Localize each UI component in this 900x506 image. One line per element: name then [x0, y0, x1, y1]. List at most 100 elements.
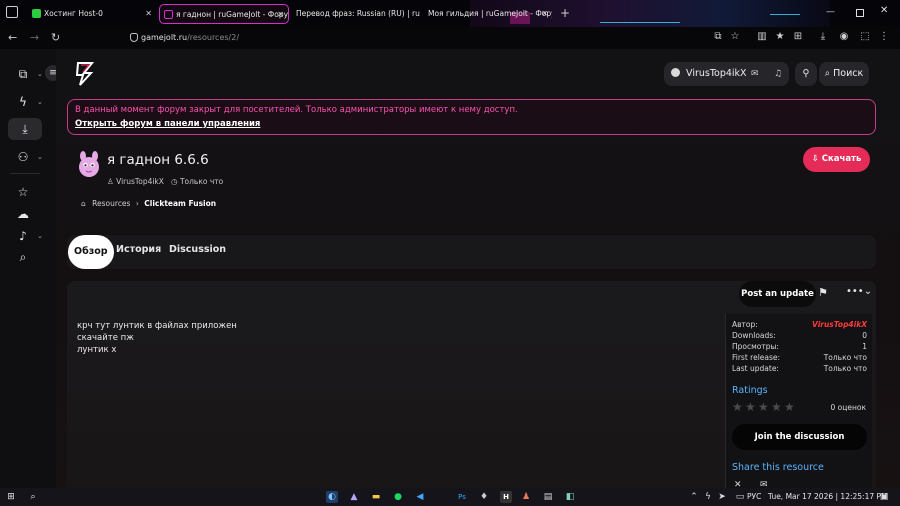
- download-button[interactable]: ⇩ Скачать: [803, 147, 870, 172]
- more-options-icon[interactable]: •••⌄: [846, 286, 872, 297]
- info-value: Только что: [823, 364, 867, 373]
- share-email-icon[interactable]: ✉: [760, 480, 768, 488]
- sidebar-alerts[interactable]: ♪ ⌄: [10, 225, 43, 247]
- browser-tab-strip: Хостинг Host-0 ✕ я гаднон | ruGameJolt -…: [0, 0, 900, 48]
- app-cat-icon[interactable]: ♦: [478, 491, 490, 503]
- home-icon[interactable]: ⌂: [81, 199, 86, 208]
- sidebar-members[interactable]: ⚇ ⌄: [10, 146, 43, 168]
- browser-settings-icon[interactable]: ⋮: [878, 31, 890, 43]
- close-tab-icon[interactable]: ✕: [541, 4, 548, 24]
- description-line: крч тут лунтик в файлах приложен: [77, 321, 237, 331]
- app-figure-icon[interactable]: ♟: [520, 491, 532, 503]
- bell-icon[interactable]: ♫: [774, 62, 782, 86]
- breadcrumb-current[interactable]: Clickteam Fusion: [144, 199, 216, 208]
- sidebar-cloud[interactable]: ☁: [10, 203, 36, 225]
- forward-arrow-icon[interactable]: →: [30, 30, 39, 46]
- extensions-icon[interactable]: ⬚: [859, 31, 871, 43]
- rating-star-icon[interactable]: ★: [771, 400, 782, 414]
- inbox-icon[interactable]: ✉: [751, 62, 759, 86]
- sidebar-favorites[interactable]: ☆: [10, 181, 36, 203]
- tray-display-icon[interactable]: ▭: [734, 491, 746, 503]
- tray-telegram-icon[interactable]: ➤: [716, 491, 728, 503]
- app-a-icon[interactable]: ▲: [348, 491, 360, 503]
- tab-guild[interactable]: Моя гильдия | ruGameJolt - Форум ✕: [424, 4, 552, 24]
- site-info-icon[interactable]: [130, 33, 138, 42]
- sidebar-divider: [10, 173, 40, 174]
- open-forum-link[interactable]: Открыть форум в панели управления: [75, 119, 260, 129]
- close-tab-icon[interactable]: ✕: [277, 5, 284, 23]
- vscode-icon[interactable]: ◀: [414, 491, 426, 503]
- back-arrow-icon[interactable]: ←: [8, 30, 17, 46]
- sidebar-forums[interactable]: ⧉ ⌄: [10, 63, 43, 85]
- close-window-icon[interactable]: ✕: [880, 5, 888, 16]
- bell-icon: ♪: [19, 229, 27, 243]
- add-user-button[interactable]: ⚲: [795, 62, 817, 86]
- file-explorer-icon[interactable]: ▬: [370, 491, 382, 503]
- tray-chevron-up-icon[interactable]: ⌃: [688, 491, 700, 503]
- app-green-icon[interactable]: ◧: [564, 491, 576, 503]
- post-update-button[interactable]: Post an update: [739, 281, 816, 307]
- terminal-icon[interactable]: ▤: [542, 491, 554, 503]
- username-label: VirusTop4ikX: [686, 68, 747, 79]
- tab-history[interactable]: История: [116, 244, 161, 255]
- browser-menu-icon[interactable]: [6, 6, 18, 18]
- windows-start-icon[interactable]: ⊞: [5, 491, 17, 503]
- spotify-icon[interactable]: ●: [392, 491, 404, 503]
- site-logo[interactable]: [72, 61, 98, 87]
- rating-star-icon[interactable]: ★: [784, 400, 795, 414]
- sidebar-search[interactable]: ⌕: [10, 246, 36, 268]
- tab-discussion[interactable]: Discussion: [169, 244, 226, 255]
- install-app-icon[interactable]: ⧉: [712, 31, 724, 43]
- resource-time-meta: ◷ Только что: [171, 177, 223, 186]
- close-tab-icon[interactable]: ✕: [145, 4, 152, 24]
- resource-author-meta[interactable]: ♙ VirusTop4ikX: [107, 177, 164, 186]
- search-button[interactable]: ⌕ Поиск: [819, 62, 869, 86]
- profile-icon[interactable]: ◉: [838, 31, 850, 43]
- download-tray-icon: ⤓: [22, 122, 28, 136]
- members-icon: ⚇: [17, 150, 29, 164]
- search-icon[interactable]: ⌕: [27, 491, 39, 503]
- tab-resource-active[interactable]: я гаднон | ruGameJolt - Форум ✕: [159, 4, 289, 24]
- bookmark-star-icon[interactable]: ☆: [729, 31, 741, 43]
- new-tab-button[interactable]: +: [560, 5, 570, 21]
- author-name: VirusTop4ikX: [116, 177, 164, 186]
- reload-icon[interactable]: ↻: [51, 30, 60, 46]
- photoshop-icon[interactable]: Ps: [456, 491, 468, 503]
- info-label: Downloads:: [732, 331, 776, 340]
- lightning-logo-icon: [75, 62, 95, 86]
- minimize-icon[interactable]: —: [826, 7, 835, 17]
- rating-star-icon[interactable]: ★: [732, 400, 743, 414]
- author-value-link[interactable]: VirusTop4ikX: [812, 320, 867, 329]
- time-label: Только что: [179, 177, 224, 186]
- rating-star-icon[interactable]: ★: [758, 400, 769, 414]
- bookmark-icon[interactable]: ⚑: [818, 286, 828, 299]
- lightning-icon: ϟ: [19, 95, 27, 109]
- resource-description: крч тут лунтик в файлах приложен скачайт…: [77, 320, 237, 356]
- downloads-icon[interactable]: ⤓: [817, 31, 829, 43]
- sidebar-resources-active[interactable]: ⤓: [8, 118, 42, 140]
- user-menu-button[interactable]: VirusTop4ikX ✉ ♫: [664, 62, 789, 86]
- url-input[interactable]: gamejolt.ru/resources/2/: [141, 31, 239, 45]
- tab-translation[interactable]: Перевод фраз: Russian (RU) | ruGa: [292, 4, 420, 24]
- taskbar-clock[interactable]: Tue, Mar 17 2026 | 12:25:17 PM: [768, 491, 887, 503]
- app-h-icon[interactable]: H: [500, 491, 512, 503]
- share-resource-link[interactable]: Share this resource: [732, 462, 824, 473]
- tab-hosting[interactable]: Хостинг Host-0 ✕: [28, 4, 156, 24]
- sidebar-whats-new[interactable]: ϟ ⌄: [10, 91, 43, 113]
- restore-icon[interactable]: [856, 9, 864, 17]
- favorites-icon[interactable]: ★: [774, 31, 786, 43]
- tab-label: Перевод фраз: Russian (RU) | ruGa: [296, 9, 420, 18]
- input-language[interactable]: РУС: [747, 491, 761, 503]
- split-view-icon[interactable]: ▥: [756, 31, 768, 43]
- breadcrumb-resources[interactable]: Resources: [92, 199, 130, 208]
- notifications-icon[interactable]: ▣: [878, 491, 890, 503]
- tray-bolt-icon[interactable]: ϟ: [702, 491, 714, 503]
- share-x-icon[interactable]: ✕: [734, 480, 742, 488]
- gamejolt-favicon-icon: [164, 10, 173, 19]
- rating-star-icon[interactable]: ★: [745, 400, 756, 414]
- tab-overview[interactable]: Обзор: [68, 235, 114, 269]
- join-discussion-button[interactable]: Join the discussion: [732, 424, 867, 450]
- tab-label: я гаднон | ruGameJolt - Форум: [176, 10, 289, 19]
- browser-app-icon[interactable]: ◐: [326, 491, 338, 503]
- collections-icon[interactable]: ⊞: [792, 31, 804, 43]
